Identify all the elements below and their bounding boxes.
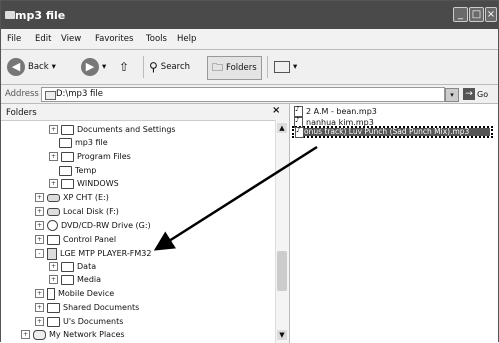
drag-arrow-icon	[153, 145, 318, 251]
explorer-window: mp3 file _ □ × File Edit View Favorites …	[0, 0, 499, 343]
